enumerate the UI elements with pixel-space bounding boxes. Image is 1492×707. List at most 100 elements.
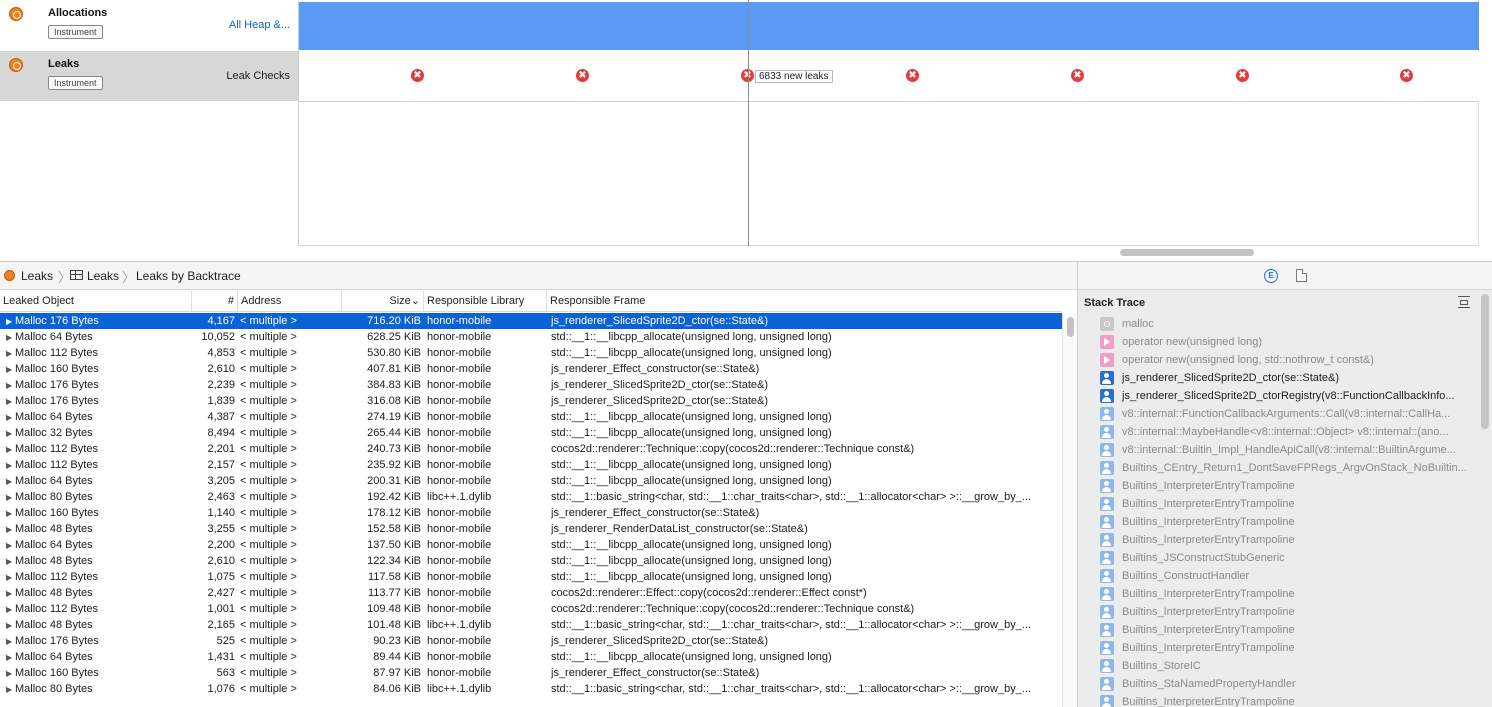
table-row[interactable]: ▶ Malloc 48 Bytes 2,165 < multiple > 101.48 … xyxy=(0,617,1062,633)
table-vertical-scrollbar[interactable] xyxy=(1062,313,1077,707)
stack-frame[interactable]: Builtins_InterpreterEntryTrampoline xyxy=(1100,621,1476,639)
table-row[interactable]: ▶ Malloc 112 Bytes 2,201 < multiple > 240.73… xyxy=(0,441,1062,457)
playhead[interactable] xyxy=(748,0,749,246)
disclosure-triangle-icon[interactable]: ▶ xyxy=(6,682,15,697)
table-row[interactable]: ▶ Malloc 64 Bytes 2,200 < multiple > 137.50 … xyxy=(0,537,1062,553)
stack-trace-scrollbar[interactable] xyxy=(1481,294,1489,429)
disclosure-triangle-icon[interactable]: ▶ xyxy=(6,346,15,361)
disclosure-triangle-icon[interactable]: ▶ xyxy=(6,602,15,617)
table-row[interactable]: ▶ Malloc 112 Bytes 1,001 < multiple > 109.48… xyxy=(0,601,1062,617)
stack-frame[interactable]: Builtins_InterpreterEntryTrampoline xyxy=(1100,639,1476,657)
disclosure-triangle-icon[interactable]: ▶ xyxy=(6,474,15,489)
table-row[interactable]: ▶ Malloc 48 Bytes 2,610 < multiple > 122.34 … xyxy=(0,553,1062,569)
table-row[interactable]: ▶ Malloc 32 Bytes 8,494 < multiple > 265.44 … xyxy=(0,425,1062,441)
disclosure-triangle-icon[interactable]: ▶ xyxy=(6,490,15,505)
table-row[interactable]: ▶ Malloc 160 Bytes 563 < multiple > 87.97 Ki… xyxy=(0,665,1062,681)
leak-marker-icon[interactable]: ✖ xyxy=(1236,69,1249,82)
stack-frame[interactable]: Builtins_JSConstructStubGeneric xyxy=(1100,549,1476,567)
stack-frame[interactable]: Builtins_InterpreterEntryTrampoline xyxy=(1100,585,1476,603)
table-row[interactable]: ▶ Malloc 176 Bytes 2,239 < multiple > 384.83… xyxy=(0,377,1062,393)
document-icon[interactable] xyxy=(1296,269,1307,282)
leak-marker-icon[interactable]: ✖ xyxy=(411,69,424,82)
scrollbar-thumb[interactable] xyxy=(1067,317,1074,337)
disclosure-triangle-icon[interactable]: ▶ xyxy=(6,506,15,521)
stack-frame[interactable]: Builtins_InterpreterEntryTrampoline xyxy=(1100,603,1476,621)
table-row[interactable]: ▶ Malloc 48 Bytes 2,427 < multiple > 113.77 … xyxy=(0,585,1062,601)
table-row[interactable]: ▶ Malloc 176 Bytes 525 < multiple > 90.23 Ki… xyxy=(0,633,1062,649)
disclosure-triangle-icon[interactable]: ▶ xyxy=(6,330,15,345)
leak-marker-icon[interactable]: ✖ xyxy=(906,69,919,82)
stack-frame[interactable]: Builtins_ConstructHandler xyxy=(1100,567,1476,585)
disclosure-triangle-icon[interactable]: ▶ xyxy=(6,410,15,425)
table-row[interactable]: ▶ Malloc 160 Bytes 2,610 < multiple > 407.81… xyxy=(0,361,1062,377)
stack-frame[interactable]: Builtins_InterpreterEntryTrampoline xyxy=(1100,513,1476,531)
stack-frame[interactable]: operator new(unsigned long) xyxy=(1100,333,1476,351)
disclosure-triangle-icon[interactable]: ▶ xyxy=(6,666,15,681)
leak-marker-icon[interactable]: ✖ xyxy=(1400,69,1413,82)
stack-frame[interactable]: Builtins_CEntry_Return1_DontSaveFPRegs_A… xyxy=(1100,459,1476,477)
disclosure-triangle-icon[interactable]: ▶ xyxy=(6,634,15,649)
table-row[interactable]: ▶ Malloc 48 Bytes 3,255 < multiple > 152.58 … xyxy=(0,521,1062,537)
allocations-detail-selector[interactable]: All Heap &... xyxy=(229,19,290,31)
stack-frame[interactable]: Builtins_StaNamedPropertyHandler xyxy=(1100,675,1476,693)
disclosure-triangle-icon[interactable]: ▶ xyxy=(6,538,15,553)
table-row[interactable]: ▶ Malloc 176 Bytes 4,167 < multiple > 716.20… xyxy=(0,313,1062,329)
stack-frame[interactable]: Builtins_InterpreterEntryTrampoline xyxy=(1100,495,1476,513)
table-row[interactable]: ▶ Malloc 80 Bytes 1,076 < multiple > 84.06 K… xyxy=(0,681,1062,697)
table-row[interactable]: ▶ Malloc 64 Bytes 1,431 < multiple > 89.44 K… xyxy=(0,649,1062,665)
allocations-track[interactable] xyxy=(299,2,1479,50)
stack-frame[interactable]: js_renderer_SlicedSprite2D_ctor(se::Stat… xyxy=(1100,369,1476,387)
disclosure-triangle-icon[interactable]: ▶ xyxy=(6,362,15,377)
disclosure-triangle-icon[interactable]: ▶ xyxy=(6,650,15,665)
stack-frame[interactable]: Builtins_InterpreterEntryTrampoline xyxy=(1100,477,1476,495)
leaks-detail-label[interactable]: Leak Checks xyxy=(226,70,290,82)
disclosure-triangle-icon[interactable]: ▶ xyxy=(6,618,15,633)
stack-frame[interactable]: Builtins_StoreIC xyxy=(1100,657,1476,675)
table-row[interactable]: ▶ Malloc 64 Bytes 3,205 < multiple > 200.31 … xyxy=(0,473,1062,489)
instrument-row-allocations[interactable]: Allocations Instrument All Heap &... xyxy=(0,0,298,50)
disclosure-triangle-icon[interactable]: ▶ xyxy=(6,314,15,329)
leak-marker-icon[interactable]: ✖ xyxy=(1071,69,1084,82)
table-row[interactable]: ▶ Malloc 80 Bytes 2,463 < multiple > 192.42 … xyxy=(0,489,1062,505)
disclosure-triangle-icon[interactable]: ▶ xyxy=(6,522,15,537)
stack-frame[interactable]: v8::internal::Builtin_Impl_HandleApiCall… xyxy=(1100,441,1476,459)
column-header-count[interactable]: # xyxy=(192,290,238,312)
stack-frame[interactable]: Builtins_InterpreterEntryTrampoline xyxy=(1100,531,1476,549)
column-header-frame[interactable]: Responsible Frame xyxy=(547,290,1062,312)
table-row[interactable]: ▶ Malloc 64 Bytes 10,052 < multiple > 628.25… xyxy=(0,329,1062,345)
leaks-track[interactable]: ✖ ✖ ✖ ✖ ✖ ✖ ✖ 6833 new leaks xyxy=(299,51,1479,102)
disclosure-triangle-icon[interactable]: ▶ xyxy=(6,554,15,569)
table-row[interactable]: ▶ Malloc 176 Bytes 1,839 < multiple > 316.08… xyxy=(0,393,1062,409)
stack-frame[interactable]: js_renderer_SlicedSprite2D_ctorRegistry(… xyxy=(1100,387,1476,405)
disclosure-triangle-icon[interactable]: ▶ xyxy=(6,426,15,441)
breadcrumb-item-mode[interactable]: Leaks by Backtrace xyxy=(136,269,241,283)
breadcrumb-item-view[interactable]: Leaks xyxy=(87,269,119,283)
collapse-frames-icon[interactable] xyxy=(1458,296,1470,308)
disclosure-triangle-icon[interactable]: ▶ xyxy=(6,570,15,585)
timeline-horizontal-scrollbar[interactable] xyxy=(1120,249,1254,256)
leak-marker-icon[interactable]: ✖ xyxy=(576,69,589,82)
disclosure-triangle-icon[interactable]: ▶ xyxy=(6,458,15,473)
extended-detail-icon[interactable]: E xyxy=(1264,269,1278,283)
table-row[interactable]: ▶ Malloc 112 Bytes 1,075 < multiple > 117.58… xyxy=(0,569,1062,585)
track-area[interactable]: ✖ ✖ ✖ ✖ ✖ ✖ ✖ 6833 new leaks xyxy=(298,0,1479,246)
column-header-address[interactable]: Address xyxy=(238,290,342,312)
stack-frame[interactable]: malloc xyxy=(1100,315,1476,333)
table-row[interactable]: ▶ Malloc 112 Bytes 4,853 < multiple > 530.80… xyxy=(0,345,1062,361)
disclosure-triangle-icon[interactable]: ▶ xyxy=(6,586,15,601)
instrument-row-leaks[interactable]: Leaks Instrument Leak Checks xyxy=(0,51,298,101)
stack-frame[interactable]: Builtins_InterpreterEntryTrampoline xyxy=(1100,693,1476,707)
disclosure-triangle-icon[interactable]: ▶ xyxy=(6,442,15,457)
disclosure-triangle-icon[interactable]: ▶ xyxy=(6,394,15,409)
column-header-leaked-object[interactable]: Leaked Object xyxy=(0,290,192,312)
column-header-library[interactable]: Responsible Library xyxy=(424,290,547,312)
stack-frame[interactable]: operator new(unsigned long, std::nothrow… xyxy=(1100,351,1476,369)
breadcrumb-item-instrument[interactable]: Leaks xyxy=(21,269,53,283)
stack-frame[interactable]: v8::internal::FunctionCallbackArguments:… xyxy=(1100,405,1476,423)
table-row[interactable]: ▶ Malloc 112 Bytes 2,157 < multiple > 235.92… xyxy=(0,457,1062,473)
table-row[interactable]: ▶ Malloc 64 Bytes 4,387 < multiple > 274.19 … xyxy=(0,409,1062,425)
stack-frame[interactable]: v8::internal::MaybeHandle<v8::internal::… xyxy=(1100,423,1476,441)
table-row[interactable]: ▶ Malloc 160 Bytes 1,140 < multiple > 178.12… xyxy=(0,505,1062,521)
disclosure-triangle-icon[interactable]: ▶ xyxy=(6,378,15,393)
column-header-size[interactable]: Size⌄ xyxy=(342,290,424,312)
